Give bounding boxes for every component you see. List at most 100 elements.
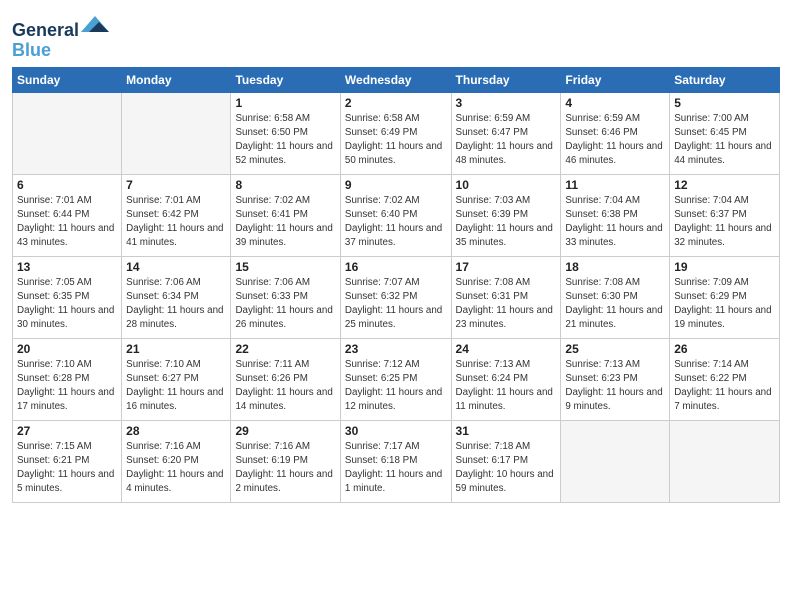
cell-day-number: 23 — [345, 342, 447, 356]
calendar-cell: 13 Sunrise: 7:05 AM Sunset: 6:35 PM Dayli… — [13, 256, 122, 338]
cell-day-number: 30 — [345, 424, 447, 438]
cell-sun-info: Sunrise: 7:06 AM Sunset: 6:33 PM Dayligh… — [235, 276, 335, 333]
calendar-cell — [13, 92, 122, 174]
calendar-cell — [122, 92, 231, 174]
cell-sun-info: Sunrise: 7:04 AM Sunset: 6:37 PM Dayligh… — [674, 194, 775, 251]
calendar-body: 1Sunrise: 6:58 AM Sunset: 6:50 PM Daylig… — [13, 92, 780, 502]
cell-sun-info: Sunrise: 7:10 AM Sunset: 6:27 PM Dayligh… — [126, 358, 226, 415]
cell-sun-info: Sunrise: 7:15 AM Sunset: 6:21 PM Dayligh… — [17, 440, 117, 497]
cell-sun-info: Sunrise: 7:11 AM Sunset: 6:26 PM Dayligh… — [235, 358, 335, 415]
header: General Blue — [12, 10, 780, 61]
cell-day-number: 14 — [126, 260, 226, 274]
cell-day-number: 6 — [17, 178, 117, 192]
cell-day-number: 5 — [674, 96, 775, 110]
cell-day-number: 15 — [235, 260, 335, 274]
cell-day-number: 8 — [235, 178, 335, 192]
cell-day-number: 25 — [565, 342, 665, 356]
cell-sun-info: Sunrise: 7:17 AM Sunset: 6:18 PM Dayligh… — [345, 440, 447, 497]
cell-sun-info: Sunrise: 7:01 AM Sunset: 6:44 PM Dayligh… — [17, 194, 117, 251]
cell-day-number: 27 — [17, 424, 117, 438]
calendar-cell: 27 Sunrise: 7:15 AM Sunset: 6:21 PM Dayli… — [13, 420, 122, 502]
cell-sun-info: Sunrise: 6:59 AM Sunset: 6:46 PM Dayligh… — [565, 112, 665, 169]
cell-day-number: 28 — [126, 424, 226, 438]
calendar-week-row: 27 Sunrise: 7:15 AM Sunset: 6:21 PM Dayli… — [13, 420, 780, 502]
cell-day-number: 18 — [565, 260, 665, 274]
cell-sun-info: Sunrise: 7:08 AM Sunset: 6:31 PM Dayligh… — [456, 276, 557, 333]
cell-sun-info: Sunrise: 7:06 AM Sunset: 6:34 PM Dayligh… — [126, 276, 226, 333]
cell-sun-info: Sunrise: 6:58 AM Sunset: 6:50 PM Dayligh… — [235, 112, 335, 169]
cell-day-number: 16 — [345, 260, 447, 274]
calendar-cell: 9 Sunrise: 7:02 AM Sunset: 6:40 PM Daylig… — [340, 174, 451, 256]
cell-day-number: 24 — [456, 342, 557, 356]
cell-sun-info: Sunrise: 7:00 AM Sunset: 6:45 PM Dayligh… — [674, 112, 775, 169]
cell-sun-info: Sunrise: 7:10 AM Sunset: 6:28 PM Dayligh… — [17, 358, 117, 415]
calendar-cell — [670, 420, 780, 502]
cell-day-number: 20 — [17, 342, 117, 356]
cell-day-number: 12 — [674, 178, 775, 192]
logo-text: General Blue — [12, 14, 109, 61]
calendar-cell: 3 Sunrise: 6:59 AM Sunset: 6:47 PM Daylig… — [451, 92, 561, 174]
cell-sun-info: Sunrise: 7:02 AM Sunset: 6:41 PM Dayligh… — [235, 194, 335, 251]
weekday-header-cell: Wednesday — [340, 67, 451, 92]
cell-day-number: 17 — [456, 260, 557, 274]
cell-day-number: 11 — [565, 178, 665, 192]
calendar-cell: 28 Sunrise: 7:16 AM Sunset: 6:20 PM Dayli… — [122, 420, 231, 502]
cell-sun-info: Sunrise: 7:03 AM Sunset: 6:39 PM Dayligh… — [456, 194, 557, 251]
calendar-cell: 10 Sunrise: 7:03 AM Sunset: 6:39 PM Dayli… — [451, 174, 561, 256]
cell-sun-info: Sunrise: 6:58 AM Sunset: 6:49 PM Dayligh… — [345, 112, 447, 169]
cell-sun-info: Sunrise: 7:09 AM Sunset: 6:29 PM Dayligh… — [674, 276, 775, 333]
cell-day-number: 10 — [456, 178, 557, 192]
calendar-cell: 18 Sunrise: 7:08 AM Sunset: 6:30 PM Dayli… — [561, 256, 670, 338]
calendar-week-row: 1Sunrise: 6:58 AM Sunset: 6:50 PM Daylig… — [13, 92, 780, 174]
calendar-week-row: 6 Sunrise: 7:01 AM Sunset: 6:44 PM Daylig… — [13, 174, 780, 256]
cell-day-number: 3 — [456, 96, 557, 110]
calendar-cell: 8 Sunrise: 7:02 AM Sunset: 6:41 PM Daylig… — [231, 174, 340, 256]
calendar-cell: 12 Sunrise: 7:04 AM Sunset: 6:37 PM Dayli… — [670, 174, 780, 256]
cell-day-number: 4 — [565, 96, 665, 110]
calendar-week-row: 20 Sunrise: 7:10 AM Sunset: 6:28 PM Dayli… — [13, 338, 780, 420]
cell-day-number: 7 — [126, 178, 226, 192]
cell-day-number: 2 — [345, 96, 447, 110]
logo: General Blue — [12, 14, 109, 61]
calendar-cell: 11 Sunrise: 7:04 AM Sunset: 6:38 PM Dayli… — [561, 174, 670, 256]
calendar-cell: 7 Sunrise: 7:01 AM Sunset: 6:42 PM Daylig… — [122, 174, 231, 256]
cell-sun-info: Sunrise: 7:13 AM Sunset: 6:23 PM Dayligh… — [565, 358, 665, 415]
cell-sun-info: Sunrise: 7:18 AM Sunset: 6:17 PM Dayligh… — [456, 440, 557, 497]
cell-sun-info: Sunrise: 7:08 AM Sunset: 6:30 PM Dayligh… — [565, 276, 665, 333]
cell-sun-info: Sunrise: 7:02 AM Sunset: 6:40 PM Dayligh… — [345, 194, 447, 251]
calendar-cell: 1Sunrise: 6:58 AM Sunset: 6:50 PM Daylig… — [231, 92, 340, 174]
cell-day-number: 13 — [17, 260, 117, 274]
cell-day-number: 21 — [126, 342, 226, 356]
cell-sun-info: Sunrise: 6:59 AM Sunset: 6:47 PM Dayligh… — [456, 112, 557, 169]
cell-day-number: 31 — [456, 424, 557, 438]
cell-sun-info: Sunrise: 7:16 AM Sunset: 6:20 PM Dayligh… — [126, 440, 226, 497]
calendar-cell: 2 Sunrise: 6:58 AM Sunset: 6:49 PM Daylig… — [340, 92, 451, 174]
weekday-header-cell: Saturday — [670, 67, 780, 92]
calendar-cell: 19Sunrise: 7:09 AM Sunset: 6:29 PM Dayli… — [670, 256, 780, 338]
calendar-cell: 5 Sunrise: 7:00 AM Sunset: 6:45 PM Daylig… — [670, 92, 780, 174]
cell-sun-info: Sunrise: 7:05 AM Sunset: 6:35 PM Dayligh… — [17, 276, 117, 333]
cell-sun-info: Sunrise: 7:04 AM Sunset: 6:38 PM Dayligh… — [565, 194, 665, 251]
calendar-cell — [561, 420, 670, 502]
calendar-cell: 16 Sunrise: 7:07 AM Sunset: 6:32 PM Dayli… — [340, 256, 451, 338]
cell-sun-info: Sunrise: 7:16 AM Sunset: 6:19 PM Dayligh… — [235, 440, 335, 497]
calendar-cell: 6 Sunrise: 7:01 AM Sunset: 6:44 PM Daylig… — [13, 174, 122, 256]
calendar-cell: 4 Sunrise: 6:59 AM Sunset: 6:46 PM Daylig… — [561, 92, 670, 174]
cell-day-number: 9 — [345, 178, 447, 192]
calendar-cell: 24Sunrise: 7:13 AM Sunset: 6:24 PM Dayli… — [451, 338, 561, 420]
weekday-header-cell: Tuesday — [231, 67, 340, 92]
calendar-cell: 22Sunrise: 7:11 AM Sunset: 6:26 PM Dayli… — [231, 338, 340, 420]
cell-sun-info: Sunrise: 7:14 AM Sunset: 6:22 PM Dayligh… — [674, 358, 775, 415]
cell-sun-info: Sunrise: 7:01 AM Sunset: 6:42 PM Dayligh… — [126, 194, 226, 251]
calendar-table: SundayMondayTuesdayWednesdayThursdayFrid… — [12, 67, 780, 503]
calendar-cell: 26Sunrise: 7:14 AM Sunset: 6:22 PM Dayli… — [670, 338, 780, 420]
cell-sun-info: Sunrise: 7:07 AM Sunset: 6:32 PM Dayligh… — [345, 276, 447, 333]
calendar-cell: 31 Sunrise: 7:18 AM Sunset: 6:17 PM Dayli… — [451, 420, 561, 502]
calendar-cell: 14 Sunrise: 7:06 AM Sunset: 6:34 PM Dayli… — [122, 256, 231, 338]
calendar-cell: 21 Sunrise: 7:10 AM Sunset: 6:27 PM Dayli… — [122, 338, 231, 420]
weekday-header-cell: Sunday — [13, 67, 122, 92]
calendar-cell: 23Sunrise: 7:12 AM Sunset: 6:25 PM Dayli… — [340, 338, 451, 420]
calendar-cell: 25 Sunrise: 7:13 AM Sunset: 6:23 PM Dayli… — [561, 338, 670, 420]
calendar-cell: 30 Sunrise: 7:17 AM Sunset: 6:18 PM Dayli… — [340, 420, 451, 502]
page-container: General Blue SundayMondayTuesdayWednesda… — [0, 0, 792, 511]
